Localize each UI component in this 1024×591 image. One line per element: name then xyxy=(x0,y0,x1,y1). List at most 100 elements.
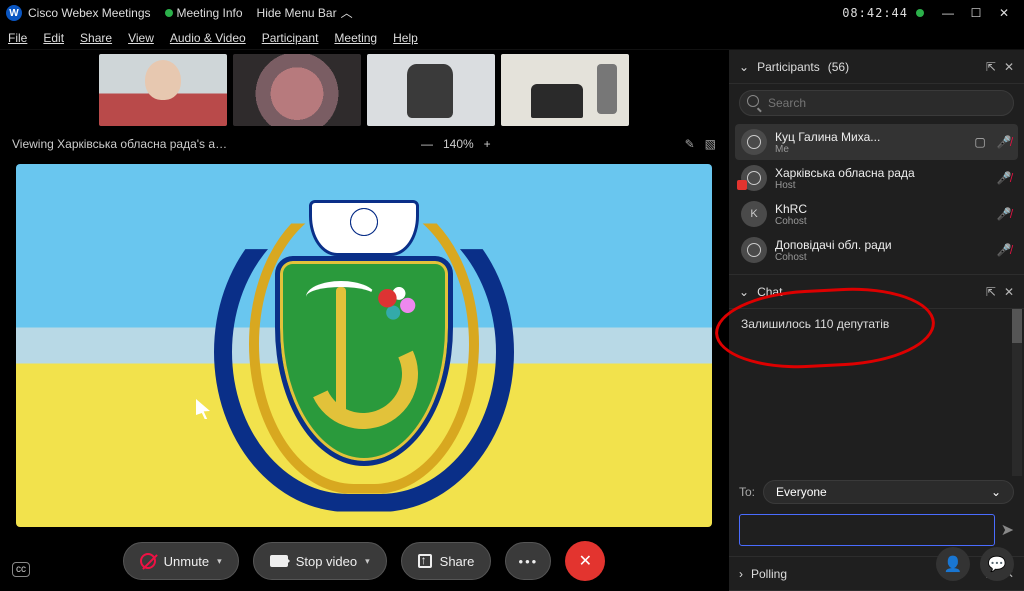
window-close-button[interactable]: ✕ xyxy=(990,6,1018,20)
camera-icon[interactable]: ▢ xyxy=(972,135,988,149)
recording-badge-icon xyxy=(737,180,747,190)
chat-to-label: To: xyxy=(739,485,755,499)
atom-icon xyxy=(350,208,378,236)
chevron-down-icon: ⌄ xyxy=(739,285,749,299)
participant-row[interactable]: Доповідачі обл. ради Cohost 🎤̸ xyxy=(735,232,1018,268)
closed-captions-button[interactable]: cc xyxy=(12,562,30,577)
video-thumbnail[interactable] xyxy=(501,54,629,126)
menu-file[interactable]: File xyxy=(8,31,27,45)
meeting-info-button[interactable]: Meeting Info xyxy=(165,6,243,20)
zoom-value[interactable]: 140% xyxy=(443,137,474,151)
participant-role: Cohost xyxy=(775,216,988,227)
mic-muted-icon[interactable]: 🎤̸ xyxy=(996,207,1012,221)
leave-meeting-button[interactable]: ✕ xyxy=(565,541,605,581)
close-icon[interactable]: ✕ xyxy=(1004,285,1014,299)
chevron-right-icon: › xyxy=(739,567,743,581)
chat-recipient-value: Everyone xyxy=(776,485,827,499)
participants-list: Куц Галина Миха... Me ▢ 🎤̸ Харківська об… xyxy=(729,122,1024,274)
connection-status-icon[interactable] xyxy=(916,9,924,17)
menu-help[interactable]: Help xyxy=(393,31,418,45)
avatar: K xyxy=(741,201,767,227)
title-bar: W Cisco Webex Meetings Meeting Info Hide… xyxy=(0,0,1024,26)
zoom-in-button[interactable]: + xyxy=(484,137,491,151)
menu-share[interactable]: Share xyxy=(80,31,112,45)
participants-title: Participants xyxy=(757,60,820,74)
share-label: Share xyxy=(440,554,475,569)
close-icon[interactable]: ✕ xyxy=(1004,60,1014,74)
menu-audio-video[interactable]: Audio & Video xyxy=(170,31,246,45)
mic-muted-icon[interactable]: 🎤̸ xyxy=(996,171,1012,185)
share-button[interactable]: Share xyxy=(401,542,492,580)
chat-messages: Залишилось 110 депутатів xyxy=(729,309,1024,476)
chevron-down-icon[interactable]: ▾ xyxy=(365,556,370,567)
video-thumbnail[interactable] xyxy=(367,54,495,126)
ellipsis-icon: ••• xyxy=(519,554,539,569)
clock: 08:42:44 xyxy=(842,6,908,20)
meeting-info-label: Meeting Info xyxy=(177,6,243,20)
menu-view[interactable]: View xyxy=(128,31,154,45)
menu-meeting[interactable]: Meeting xyxy=(334,31,377,45)
app-name: Cisco Webex Meetings xyxy=(28,6,151,20)
popout-icon[interactable]: ⇱ xyxy=(986,285,996,299)
side-panel: ⌄ Participants (56) ⇱ ✕ Куц Галина Миха.… xyxy=(728,50,1024,591)
mic-muted-icon[interactable]: 🎤̸ xyxy=(996,135,1012,149)
close-icon: ✕ xyxy=(579,551,592,571)
participants-search-wrap xyxy=(729,84,1024,122)
main-stage-area: Viewing Харківська обласна рада's a… — 1… xyxy=(0,50,728,591)
chat-input[interactable] xyxy=(739,514,995,546)
participant-row[interactable]: Куц Галина Миха... Me ▢ 🎤̸ xyxy=(735,124,1018,160)
popout-icon[interactable]: ⇱ xyxy=(986,60,996,74)
participant-role: Host xyxy=(775,180,988,191)
stop-video-button[interactable]: Stop video ▾ xyxy=(253,542,387,580)
chat-message: Залишилось 110 депутатів xyxy=(741,317,1012,331)
zoom-out-button[interactable]: — xyxy=(421,137,433,151)
video-thumbnails-strip xyxy=(0,50,728,130)
chat-header[interactable]: ⌄ Chat ⇱ ✕ xyxy=(729,275,1024,309)
hide-menu-label: Hide Menu Bar xyxy=(257,6,337,20)
chat-to-row: To: Everyone ⌄ xyxy=(729,476,1024,508)
video-thumbnail[interactable] xyxy=(233,54,361,126)
participant-name: KhRC xyxy=(775,202,988,216)
search-icon xyxy=(747,95,759,107)
window-minimize-button[interactable]: — xyxy=(934,6,962,20)
menu-bar: File Edit Share View Audio & Video Parti… xyxy=(0,26,1024,50)
participants-header[interactable]: ⌄ Participants (56) ⇱ ✕ xyxy=(729,50,1024,84)
participant-row[interactable]: K KhRC Cohost 🎤̸ xyxy=(735,196,1018,232)
mic-muted-icon xyxy=(140,553,156,569)
hide-menu-bar-button[interactable]: Hide Menu Bar ︿ xyxy=(257,5,353,22)
chat-panel: ⌄ Chat ⇱ ✕ Залишилось 110 депутатів To: … xyxy=(729,274,1024,556)
status-dot-icon xyxy=(165,9,173,17)
participant-name: Доповідачі обл. ради xyxy=(775,238,988,252)
participants-toggle-button[interactable]: 👤 xyxy=(936,547,970,581)
unmute-button[interactable]: Unmute ▾ xyxy=(123,542,239,580)
more-options-button[interactable]: ••• xyxy=(505,542,551,580)
chat-recipient-select[interactable]: Everyone ⌄ xyxy=(763,480,1014,504)
video-thumbnail[interactable] xyxy=(99,54,227,126)
participant-row[interactable]: Харківська обласна рада Host 🎤̸ xyxy=(735,160,1018,196)
window-maximize-button[interactable]: ☐ xyxy=(962,6,990,20)
participants-count: (56) xyxy=(828,60,849,74)
participant-role: Me xyxy=(775,144,964,155)
chevron-down-icon[interactable]: ▾ xyxy=(217,556,222,567)
share-icon xyxy=(418,554,432,568)
chat-toggle-button[interactable]: 💬 xyxy=(980,547,1014,581)
annotate-icon[interactable]: ✎ xyxy=(685,137,695,151)
scrollbar-thumb[interactable] xyxy=(1012,309,1022,343)
menu-participant[interactable]: Participant xyxy=(262,31,319,45)
meeting-controls: Unmute ▾ Stop video ▾ Share ••• ✕ xyxy=(0,531,728,591)
stop-video-label: Stop video xyxy=(296,554,357,569)
floating-panel-buttons: 👤 💬 xyxy=(936,547,1014,581)
participant-name: Куц Галина Миха... xyxy=(775,130,964,144)
shared-content-stage[interactable] xyxy=(16,164,712,527)
menu-edit[interactable]: Edit xyxy=(43,31,64,45)
send-icon[interactable]: ➤ xyxy=(1001,520,1014,540)
polling-title: Polling xyxy=(751,567,787,581)
participants-search-input[interactable] xyxy=(739,90,1014,116)
chevron-down-icon: ⌄ xyxy=(739,60,749,74)
layout-icon[interactable]: ▧ xyxy=(705,137,716,151)
caduceus-icon xyxy=(336,287,346,417)
camera-icon xyxy=(270,555,288,567)
mic-muted-icon[interactable]: 🎤̸ xyxy=(996,243,1012,257)
avatar xyxy=(741,237,767,263)
unmute-label: Unmute xyxy=(164,554,210,569)
